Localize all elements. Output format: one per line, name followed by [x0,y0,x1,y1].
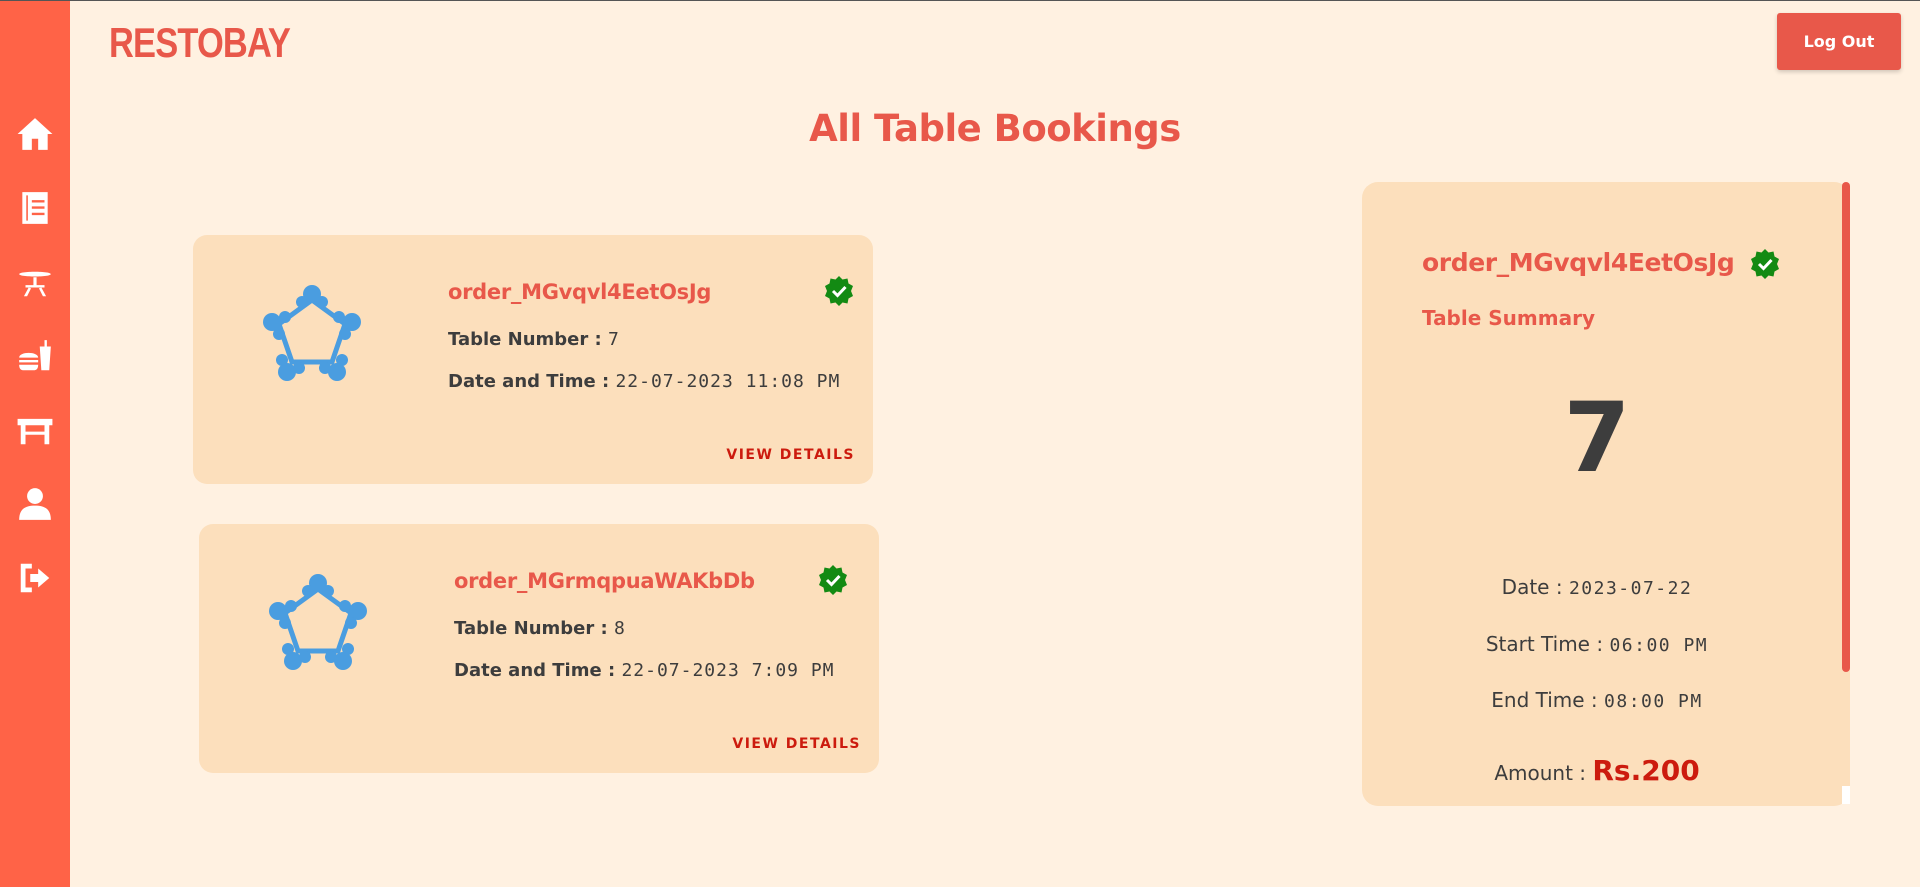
date-time-label: Date and Time : [448,371,616,392]
date-time-value: 22-07-2023 11:08 PM [615,371,841,392]
summary-start-row: Start Time : 06:00 PM [1362,632,1832,656]
sidebar-item-tables[interactable] [0,393,70,467]
date-time-label: Date and Time : [454,660,622,681]
order-id: order_MGvqvl4EetOsJg [448,280,712,304]
logout-icon [20,563,50,593]
dining-table-icon [19,271,51,297]
summary-amount-row: Amount : Rs.200 [1362,754,1832,787]
sidebar-item-food[interactable] [0,319,70,393]
date-time-value: 22-07-2023 7:09 PM [621,660,835,681]
table-summary-panel: order_MGvqvl4EetOsJg Table Summary 7 Dat… [1362,182,1850,806]
summary-start-label: Start Time : [1485,632,1610,656]
summary-start-value: 06:00 PM [1609,635,1709,656]
sidebar-item-dining[interactable] [0,245,70,319]
summary-date-label: Date : [1501,575,1569,599]
table-number-value: 8 [613,618,626,639]
round-table-icon [269,574,367,670]
date-time-row: Date and Time : 22-07-2023 11:08 PM [448,371,840,392]
table-number-label: Table Number : [448,329,608,350]
summary-end-label: End Time : [1491,688,1605,712]
summary-date-row: Date : 2023-07-22 [1362,575,1832,599]
summary-amount-value: Rs.200 [1592,754,1700,787]
page-title: All Table Bookings [809,107,1181,150]
sidebar-item-profile[interactable] [0,467,70,541]
booking-card: order_MGvqvl4EetOsJg Table Number : 7 Da… [193,235,873,484]
verified-badge-icon [819,565,847,595]
table-number-label: Table Number : [454,618,614,639]
booking-card: order_MGrmqpuaWAKbDb Table Number : 8 Da… [199,524,879,773]
sidebar-item-logout[interactable] [0,541,70,615]
summary-end-row: End Time : 08:00 PM [1362,688,1832,712]
user-icon [19,488,51,520]
brand-logo[interactable]: RESTOBAY [109,19,291,67]
table-number-row: Table Number : 7 [448,329,620,350]
order-id: order_MGrmqpuaWAKbDb [454,569,755,593]
round-table-icon [263,285,361,381]
summary-amount-label: Amount : [1494,761,1593,785]
summary-subtitle: Table Summary [1422,306,1595,330]
table-icon [17,418,53,445]
view-details-link[interactable]: VIEW DETAILS [732,736,861,752]
table-number-value: 7 [607,329,620,350]
summary-table-number: 7 [1563,382,1631,494]
summary-scrollbar-thumb[interactable] [1842,182,1850,672]
summary-order-id: order_MGvqvl4EetOsJg [1422,248,1735,277]
food-icon [19,340,51,371]
summary-scrollbar-track-end [1842,786,1850,804]
verified-badge-icon [1751,249,1779,279]
view-details-link[interactable]: VIEW DETAILS [726,447,855,463]
summary-date-value: 2023-07-22 [1568,578,1693,599]
logout-button[interactable]: Log Out [1777,13,1901,70]
sidebar-item-menu[interactable] [0,171,70,245]
date-time-row: Date and Time : 22-07-2023 7:09 PM [454,660,835,681]
verified-badge-icon [825,276,853,306]
table-number-row: Table Number : 8 [454,618,626,639]
summary-end-value: 08:00 PM [1604,691,1703,712]
menu-book-icon [22,192,48,224]
